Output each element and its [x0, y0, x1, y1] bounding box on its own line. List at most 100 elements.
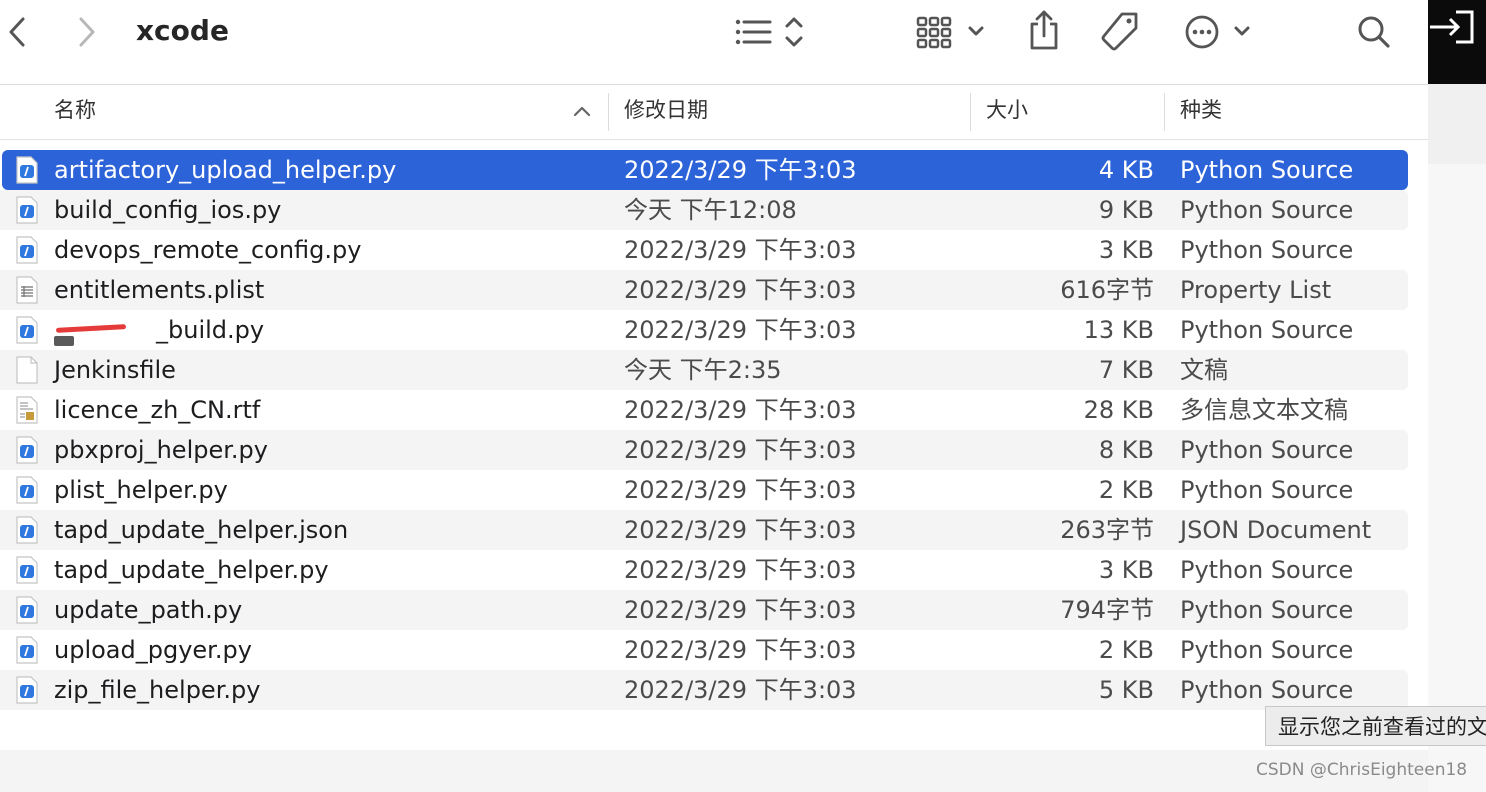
file-size: 3 KB — [1098, 236, 1154, 264]
file-row[interactable]: tapd_update_helper.py 2022/3/29 下午3:03 3 K… — [0, 550, 1428, 590]
tag-button[interactable] — [1098, 10, 1142, 54]
sort-ascending-button[interactable] — [572, 103, 592, 119]
file-size: 2 KB — [1098, 636, 1154, 664]
file-size: 7 KB — [1098, 356, 1154, 384]
file-row[interactable]: pbxproj_helper.py 2022/3/29 下午3:03 8 KB Pyt… — [0, 430, 1428, 470]
plist-file-icon — [16, 276, 38, 304]
file-row[interactable]: zip_file_helper.py 2022/3/29 下午3:03 5 KB Py… — [0, 670, 1428, 710]
window-title: xcode — [136, 14, 229, 47]
chevron-up-icon — [572, 104, 592, 118]
column-name[interactable]: 名称 — [54, 85, 96, 139]
file-size: 2 KB — [1098, 476, 1154, 504]
file-date: 2022/3/29 下午3:03 — [624, 516, 857, 544]
file-kind: 多信息文本文稿 — [1180, 396, 1348, 424]
file-kind: Property List — [1180, 276, 1332, 304]
list-view-icon — [734, 14, 806, 50]
file-kind: Python Source — [1180, 596, 1354, 624]
file-date: 2022/3/29 下午3:03 — [624, 156, 857, 184]
search-button[interactable] — [1356, 14, 1392, 50]
file-kind: JSON Document — [1180, 516, 1372, 544]
column-divider[interactable] — [608, 93, 609, 131]
file-row[interactable]: entitlements.plist 2022/3/29 下午3:03 616字节 P… — [0, 270, 1428, 310]
column-divider[interactable] — [1164, 93, 1165, 131]
search-icon — [1356, 14, 1392, 50]
exit-icon[interactable] — [1428, 6, 1476, 48]
file-size: 794字节 — [1060, 596, 1154, 624]
chevron-left-icon — [7, 16, 27, 48]
file-date: 2022/3/29 下午3:03 — [624, 636, 857, 664]
file-name: licence_zh_CN.rtf — [54, 396, 261, 424]
file-name: artifactory_upload_helper.py — [54, 156, 397, 184]
column-divider[interactable] — [970, 93, 971, 131]
python-file-icon — [16, 156, 38, 184]
file-kind: 文稿 — [1180, 356, 1228, 384]
file-row[interactable]: _build.py 2022/3/29 下午3:03 13 KB Python Sou… — [0, 310, 1428, 350]
file-date: 2022/3/29 下午3:03 — [624, 396, 857, 424]
file-row[interactable]: build_config_ios.py 今天 下午12:08 9 KB Python … — [0, 190, 1428, 230]
tag-icon — [1098, 10, 1142, 54]
file-row[interactable]: Jenkinsfile 今天 下午2:35 7 KB 文稿 — [0, 350, 1428, 390]
file-row[interactable]: update_path.py 2022/3/29 下午3:03 794字节 Pytho… — [0, 590, 1428, 630]
python-file-icon — [16, 196, 38, 224]
file-kind: Python Source — [1180, 156, 1354, 184]
file-date: 2022/3/29 下午3:03 — [624, 476, 857, 504]
file-name: update_path.py — [54, 596, 243, 624]
file-name: tapd_update_helper.json — [54, 516, 349, 544]
tooltip: 显示您之前查看过的文 — [1265, 706, 1486, 746]
file-kind: Python Source — [1180, 196, 1354, 224]
icon-grid-icon — [914, 12, 988, 52]
file-size: 263字节 — [1060, 516, 1154, 544]
share-icon — [1026, 8, 1062, 52]
file-row[interactable]: plist_helper.py 2022/3/29 下午3:03 2 KB Pytho… — [0, 470, 1428, 510]
column-date[interactable]: 修改日期 — [624, 85, 708, 139]
back-button[interactable] — [4, 14, 30, 50]
background-window — [1428, 0, 1486, 792]
file-kind: Python Source — [1180, 556, 1354, 584]
json-file-icon — [16, 516, 38, 544]
group-button[interactable] — [914, 12, 988, 52]
empty-row — [0, 750, 1428, 792]
chevron-right-icon — [77, 16, 97, 48]
file-row[interactable]: upload_pgyer.py 2022/3/29 下午3:03 2 KB Pytho… — [0, 630, 1428, 670]
file-row[interactable]: tapd_update_helper.json 2022/3/29 下午3:03 2… — [0, 510, 1428, 550]
python-file-icon — [16, 476, 38, 504]
finder-window: xcode 名称 修改日期 大小 种类 artifactory_upload_h… — [0, 0, 1428, 792]
python-file-icon — [16, 676, 38, 704]
file-size: 8 KB — [1098, 436, 1154, 464]
file-kind: Python Source — [1180, 316, 1354, 344]
watermark: CSDN @ChrisEighteen18 — [1256, 760, 1468, 780]
python-file-icon — [16, 596, 38, 624]
file-size: 4 KB — [1098, 156, 1154, 184]
file-row[interactable]: artifactory_upload_helper.py 2022/3/29 下午… — [0, 150, 1428, 190]
more-actions-button[interactable] — [1184, 12, 1254, 52]
rtf-file-icon — [16, 396, 38, 424]
file-date: 2022/3/29 下午3:03 — [624, 596, 857, 624]
file-name: zip_file_helper.py — [54, 676, 261, 704]
column-kind[interactable]: 种类 — [1180, 85, 1222, 139]
file-date: 2022/3/29 下午3:03 — [624, 316, 857, 344]
blank-file-icon — [16, 356, 38, 384]
view-options-button[interactable] — [734, 14, 806, 50]
forward-button[interactable] — [74, 14, 100, 50]
file-date: 2022/3/29 下午3:03 — [624, 676, 857, 704]
file-name: pbxproj_helper.py — [54, 436, 268, 464]
file-name: devops_remote_config.py — [54, 236, 362, 264]
file-name: upload_pgyer.py — [54, 636, 252, 664]
file-name: Jenkinsfile — [54, 356, 176, 384]
file-row[interactable]: devops_remote_config.py 2022/3/29 下午3:03 3… — [0, 230, 1428, 270]
python-file-icon — [16, 436, 38, 464]
share-button[interactable] — [1026, 8, 1062, 52]
file-kind: Python Source — [1180, 476, 1354, 504]
file-size: 9 KB — [1098, 196, 1154, 224]
file-kind: Python Source — [1180, 636, 1354, 664]
column-size[interactable]: 大小 — [986, 85, 1028, 139]
file-date: 今天 下午12:08 — [624, 196, 797, 224]
file-date: 2022/3/29 下午3:03 — [624, 236, 857, 264]
file-name: build_config_ios.py — [54, 196, 282, 224]
file-row[interactable]: licence_zh_CN.rtf 2022/3/29 下午3:03 28 KB 多信… — [0, 390, 1428, 430]
file-kind: Python Source — [1180, 436, 1354, 464]
file-name: entitlements.plist — [54, 276, 265, 304]
python-file-icon — [16, 556, 38, 584]
python-file-icon — [16, 316, 38, 344]
file-name: tapd_update_helper.py — [54, 556, 329, 584]
